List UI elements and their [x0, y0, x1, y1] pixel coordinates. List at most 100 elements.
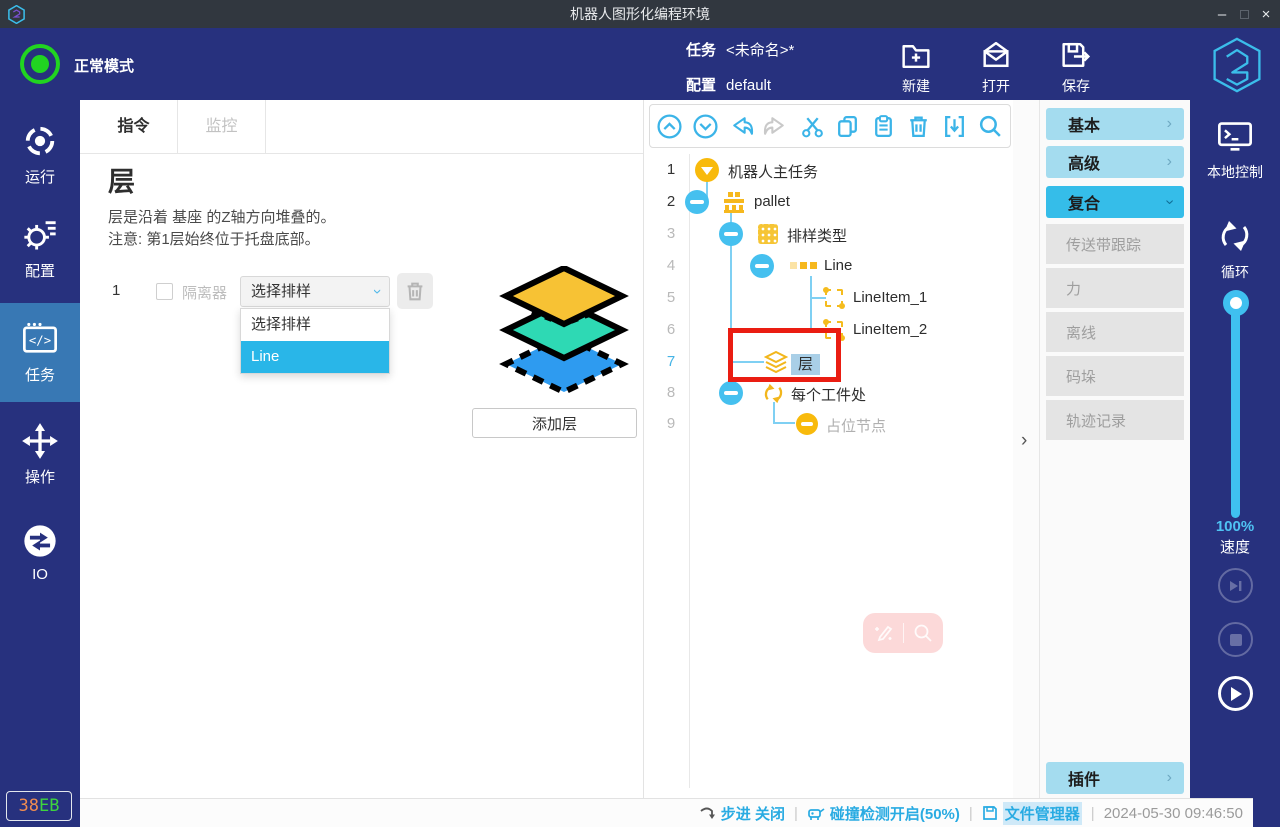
window-title: 机器人图形化编程环境 — [0, 4, 1280, 24]
io-cycle-icon — [21, 522, 59, 560]
sidebar-item-io[interactable]: IO — [0, 506, 80, 598]
pattern-dropdown[interactable]: 选择排样 › — [240, 276, 390, 307]
sidebar-item-operate[interactable]: 操作 — [0, 408, 80, 500]
tree-row-placeholder[interactable]: 9 占位节点 — [644, 408, 1013, 440]
open-button[interactable]: 打开 — [965, 34, 1027, 96]
command-track-record[interactable]: 轨迹记录 — [1046, 400, 1184, 440]
line-pattern-icon — [790, 262, 817, 269]
control-rail: 本地控制 循环 100% 速度 — [1190, 100, 1280, 827]
undo-icon — [727, 113, 754, 140]
copy-button[interactable] — [834, 112, 862, 140]
placeholder-node-icon — [796, 413, 818, 435]
undo-button[interactable] — [727, 112, 755, 140]
title-bar: 机器人图形化编程环境 – × — [0, 0, 1280, 28]
dropdown-option-line[interactable]: Line — [241, 341, 389, 373]
search-button[interactable] — [976, 112, 1004, 140]
scissors-icon — [799, 113, 826, 140]
command-force[interactable]: 力 — [1046, 268, 1184, 308]
instruction-panel: 指令 监控 层 层是沿着 基座 的Z轴方向堆叠的。 注意: 第1层始终位于托盘底… — [80, 100, 643, 798]
redo-button[interactable] — [763, 112, 791, 140]
tab-monitor[interactable]: 监控 — [178, 100, 266, 154]
step-forward-button[interactable] — [1218, 568, 1253, 603]
play-icon — [1229, 686, 1243, 702]
move-up-button[interactable] — [656, 112, 684, 140]
command-offline[interactable]: 离线 — [1046, 312, 1184, 352]
pattern-grid-icon — [758, 224, 778, 244]
tree-row-lineitem-1[interactable]: 5 LineItem_1 — [644, 282, 1013, 314]
trash-icon — [905, 113, 932, 140]
delete-button[interactable] — [905, 112, 933, 140]
file-manager-status[interactable]: 文件管理器 — [982, 802, 1082, 825]
tab-instruction[interactable]: 指令 — [90, 100, 178, 154]
cut-button[interactable] — [798, 112, 826, 140]
layer-row-index: 1 — [112, 282, 120, 299]
run-icon — [21, 122, 59, 160]
page-title: 层 — [108, 160, 135, 199]
collapse-toggle-icon[interactable] — [695, 158, 719, 182]
tree-row-pattern-type[interactable]: 3 排样类型 — [644, 218, 1013, 250]
step-forward-icon — [1228, 579, 1243, 593]
panel-collapse-strip[interactable]: › — [1013, 100, 1040, 798]
play-button[interactable] — [1218, 676, 1253, 711]
loop-icon — [762, 382, 785, 405]
collapse-toggle-icon[interactable] — [685, 190, 709, 214]
line-item-icon — [825, 289, 843, 307]
category-plugin[interactable]: 插件 › — [1046, 762, 1184, 794]
sidebar-item-config[interactable]: 配置 — [0, 202, 80, 294]
save-button[interactable]: 保存 — [1045, 34, 1107, 96]
tree-row-pallet[interactable]: 2 pallet — [644, 186, 1013, 218]
local-control-icon[interactable] — [1216, 118, 1254, 156]
speed-slider-handle[interactable] — [1223, 290, 1249, 316]
close-button[interactable]: × — [1254, 0, 1278, 28]
step-arrow-icon — [699, 805, 716, 821]
sidebar-item-run[interactable]: 运行 — [0, 108, 80, 200]
loop-label: 循环 — [1190, 262, 1280, 282]
step-mode-status[interactable]: 步进 关闭 — [699, 803, 785, 824]
paste-button[interactable] — [870, 112, 898, 140]
tree-row-line[interactable]: 4 Line — [644, 250, 1013, 282]
collapse-toggle-icon[interactable] — [719, 381, 743, 405]
category-basic[interactable]: 基本 › — [1046, 108, 1184, 140]
category-composite[interactable]: 复合 › — [1046, 186, 1184, 218]
loop-icon[interactable] — [1217, 218, 1253, 254]
delete-layer-button[interactable] — [397, 273, 433, 309]
copy-icon — [834, 113, 861, 140]
new-file-icon — [898, 38, 934, 73]
program-tree-panel: 1 机器人主任务 2 pallet 3 排样类型 4 Line 5 LineIt… — [643, 100, 1013, 798]
task-code-icon: </> — [21, 320, 59, 358]
command-conveyor-tracking[interactable]: 传送带跟踪 — [1046, 224, 1184, 264]
speed-slider-track[interactable] — [1231, 302, 1240, 518]
trash-icon — [403, 279, 427, 303]
separator: | — [969, 805, 973, 822]
move-down-button[interactable] — [692, 112, 720, 140]
sidebar-item-task[interactable]: </> 任务 — [0, 303, 80, 402]
pallet-icon — [720, 190, 748, 214]
annotation-red-box — [728, 328, 841, 382]
open-file-icon — [978, 38, 1014, 73]
new-button[interactable]: 新建 — [885, 34, 947, 96]
command-palletize[interactable]: 码垛 — [1046, 356, 1184, 396]
dropdown-option-placeholder[interactable]: 选择排样 — [241, 309, 389, 341]
config-label: 配置 — [686, 77, 716, 94]
separator-checkbox[interactable] — [156, 283, 173, 300]
chevron-right-icon: › — [1167, 115, 1172, 133]
collapse-toggle-icon[interactable] — [719, 222, 743, 246]
insert-button[interactable] — [941, 112, 969, 140]
stop-button[interactable] — [1218, 622, 1253, 657]
collapse-toggle-icon[interactable] — [750, 254, 774, 278]
add-layer-button[interactable]: 添加层 — [472, 408, 637, 438]
speed-value: 100% — [1190, 518, 1280, 535]
header-bar: 正常模式 任务<未命名>* 配置default 新建 打开 保存 — [0, 28, 1280, 100]
search-icon — [977, 113, 1004, 140]
tab-strip: 指令 监控 — [80, 100, 643, 154]
separator-label: 隔离器 — [182, 282, 227, 303]
separator: | — [1091, 805, 1095, 822]
maximize-button[interactable] — [1232, 0, 1256, 28]
tree-row-main-task[interactable]: 1 机器人主任务 — [644, 154, 1013, 186]
chevron-right-icon: › — [1021, 430, 1027, 452]
collision-status[interactable]: 碰撞检测开启(50%) — [807, 803, 960, 824]
category-advanced[interactable]: 高级 › — [1046, 146, 1184, 178]
minimize-button[interactable]: – — [1210, 0, 1234, 28]
assistant-pill[interactable] — [863, 613, 943, 653]
circle-up-icon — [656, 113, 683, 140]
